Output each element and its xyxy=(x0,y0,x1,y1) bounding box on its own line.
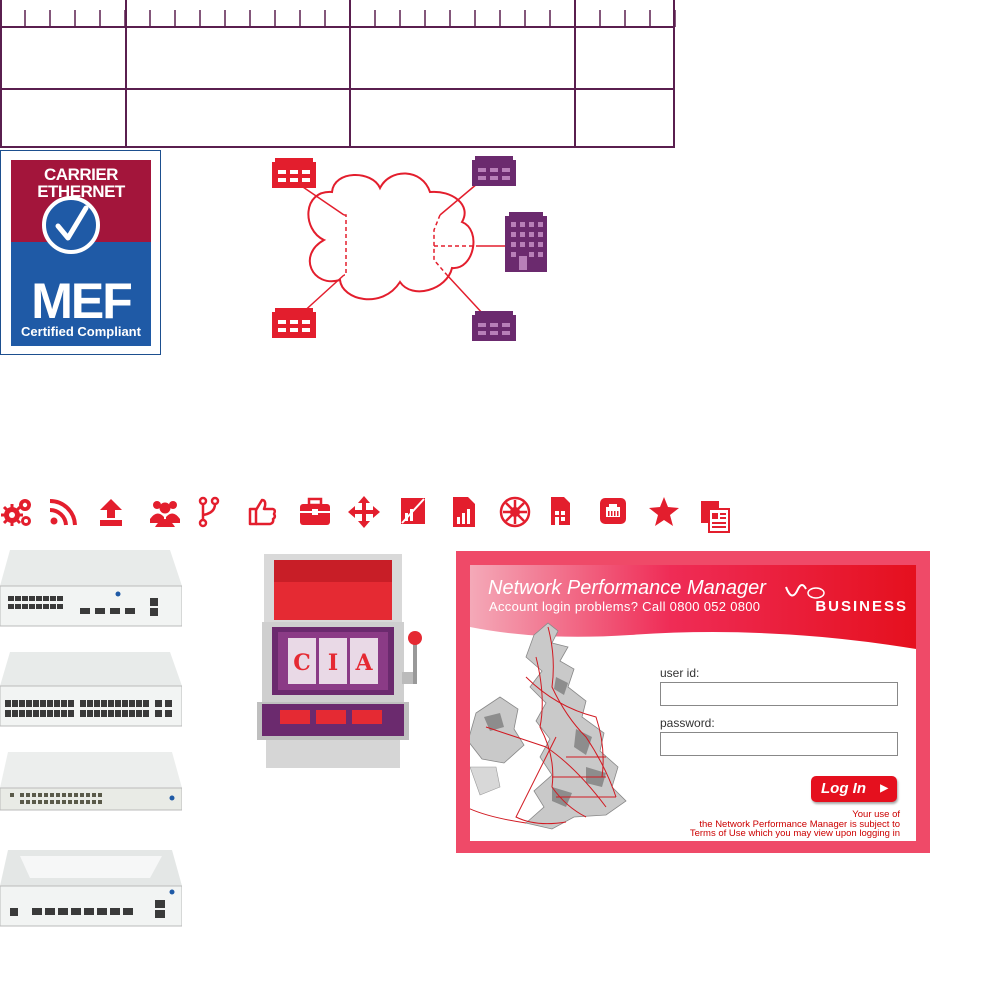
terms-notice: Your use of the Network Performance Mana… xyxy=(640,810,900,839)
briefcase-icon[interactable] xyxy=(298,495,332,529)
upload-icon[interactable] xyxy=(96,495,130,529)
brand-business-label: BUSINESS xyxy=(815,598,908,615)
star-icon[interactable] xyxy=(647,495,681,529)
play-arrow-icon: ▶ xyxy=(880,783,888,794)
network-switch-image xyxy=(0,752,182,811)
purple-building-icon xyxy=(472,156,516,186)
uk-network-map xyxy=(470,622,627,830)
users-icon[interactable] xyxy=(148,495,182,529)
feature-icon-row xyxy=(0,495,760,535)
login-button-label: Log In xyxy=(821,780,866,797)
slot-reel-2: I xyxy=(328,650,338,676)
badge-line1: CARRIER xyxy=(44,165,118,184)
purple-building-icon xyxy=(472,311,516,341)
ethernet-port-icon[interactable] xyxy=(597,495,631,529)
password-input[interactable] xyxy=(660,732,898,756)
password-label: password: xyxy=(660,716,715,730)
document-chart-icon[interactable] xyxy=(397,495,431,529)
terms-line-3: Terms of Use which you may view upon log… xyxy=(689,828,900,839)
slot-reel-3: A xyxy=(354,650,373,676)
network-switch-image xyxy=(0,850,182,927)
login-title: Network Performance Manager xyxy=(488,577,766,599)
login-button[interactable]: Log In ▶ xyxy=(811,776,897,802)
red-building-icon xyxy=(272,308,316,338)
network-switch-image xyxy=(0,652,182,727)
user-id-label: user id: xyxy=(660,666,700,680)
checkmark-icon xyxy=(42,196,100,254)
badge-brand: MEF xyxy=(31,273,133,329)
schedule-grid-table xyxy=(0,0,676,148)
thumbs-up-icon[interactable] xyxy=(247,495,281,529)
network-hub-icon[interactable] xyxy=(498,495,532,529)
network-switch-image xyxy=(0,550,182,627)
rss-icon[interactable] xyxy=(47,495,81,529)
login-panel: Network Performance Manager Account logi… xyxy=(456,551,930,853)
purple-tower-icon xyxy=(505,212,547,272)
slot-machine-illustration: C I A xyxy=(257,554,422,768)
cloud-network-diagram xyxy=(272,156,547,341)
user-id-input[interactable] xyxy=(660,682,898,706)
badge-caption: Certified Compliant xyxy=(21,324,141,339)
red-building-icon xyxy=(272,158,316,188)
login-support-text: Account login problems? Call 0800 052 08… xyxy=(489,599,761,614)
login-card: Network Performance Manager Account logi… xyxy=(470,565,916,841)
mef-certified-badge: CARRIER ETHERNET MEF Certified Compliant xyxy=(0,150,161,355)
badge-bottom-panel: MEF Certified Compliant xyxy=(11,242,151,346)
report-chart-icon[interactable] xyxy=(448,495,482,529)
move-arrows-icon[interactable] xyxy=(347,495,381,529)
code-fork-icon[interactable] xyxy=(195,495,229,529)
slot-reel-1: C xyxy=(293,650,311,676)
gears-icon[interactable] xyxy=(0,495,34,529)
building-document-icon[interactable] xyxy=(547,495,581,529)
documents-stack-icon[interactable] xyxy=(698,499,732,533)
cloud-shape xyxy=(307,172,475,301)
